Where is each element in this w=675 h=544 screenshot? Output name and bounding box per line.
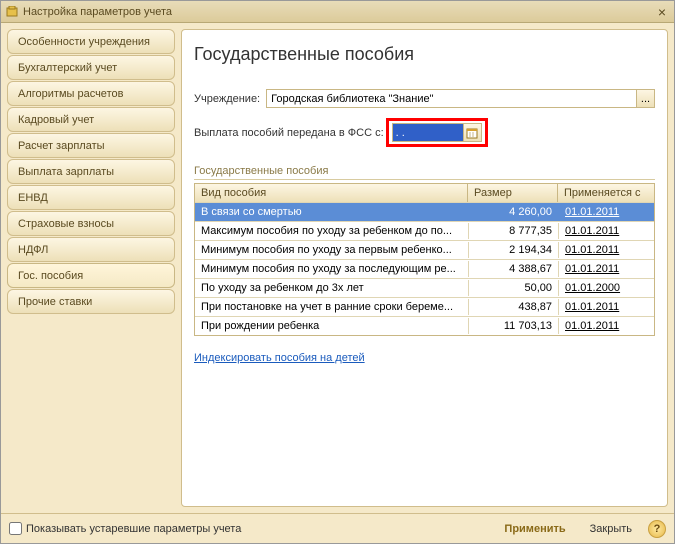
cell-benefit-name: По уходу за ребенком до 3х лет [195, 280, 468, 296]
table-header: Вид пособия Размер Применяется с [195, 184, 654, 202]
table-row[interactable]: Минимум пособия по уходу за первым ребен… [195, 240, 654, 259]
date-link[interactable]: 01.01.2011 [565, 263, 619, 275]
calendar-button[interactable] [464, 123, 482, 142]
table-row[interactable]: Минимум пособия по уходу за последующим … [195, 259, 654, 278]
institution-select-button[interactable]: ... [637, 89, 655, 108]
titlebar: Настройка параметров учета × [1, 1, 674, 23]
institution-label: Учреждение: [194, 93, 260, 105]
cell-date: 01.01.2011 [558, 318, 654, 334]
cell-amount: 438,87 [468, 299, 558, 315]
cell-benefit-name: В связи со смертью [195, 204, 468, 220]
footer: Показывать устаревшие параметры учета Пр… [1, 513, 674, 543]
close-icon[interactable]: × [654, 4, 670, 20]
cell-amount: 50,00 [468, 280, 558, 296]
table-section-title: Государственные пособия [194, 165, 655, 180]
close-button[interactable]: Закрыть [580, 519, 642, 539]
cell-amount: 4 388,67 [468, 261, 558, 277]
fss-date-highlight: . . [386, 118, 488, 147]
table-row[interactable]: При постановке на учет в ранние сроки бе… [195, 297, 654, 316]
sidebar: Особенности учреждения Бухгалтерский уче… [7, 29, 175, 507]
col-header-amount[interactable]: Размер [468, 184, 558, 202]
col-header-date[interactable]: Применяется с [558, 184, 654, 202]
table-row[interactable]: При рождении ребенка11 703,13 01.01.2011 [195, 316, 654, 335]
benefits-table: Вид пособия Размер Применяется с В связи… [194, 183, 655, 336]
cell-benefit-name: Максимум пособия по уходу за ребенком до… [195, 223, 468, 239]
date-link[interactable]: 01.01.2011 [565, 225, 619, 237]
cell-amount: 11 703,13 [468, 318, 558, 334]
date-link[interactable]: 01.01.2011 [565, 320, 619, 332]
tab-accounting[interactable]: Бухгалтерский учет [7, 55, 175, 80]
cell-amount: 2 194,34 [468, 242, 558, 258]
help-button[interactable]: ? [648, 520, 666, 538]
cell-benefit-name: Минимум пособия по уходу за первым ребен… [195, 242, 468, 258]
body: Особенности учреждения Бухгалтерский уче… [1, 23, 674, 513]
fss-date-row: Выплата пособий передана в ФСС с: . . [194, 118, 655, 147]
cell-date: 01.01.2011 [558, 242, 654, 258]
tab-personnel[interactable]: Кадровый учет [7, 107, 175, 132]
fss-date-field[interactable]: . . [392, 123, 464, 142]
settings-window: Настройка параметров учета × Особенности… [0, 0, 675, 544]
index-link-row: Индексировать пособия на детей [194, 352, 655, 364]
calendar-icon [466, 127, 478, 139]
cell-date: 01.01.2011 [558, 261, 654, 277]
cell-amount: 8 777,35 [468, 223, 558, 239]
table-row[interactable]: По уходу за ребенком до 3х лет50,00 01.01… [195, 278, 654, 297]
index-benefits-link[interactable]: Индексировать пособия на детей [194, 352, 365, 364]
page-title: Государственные пособия [194, 44, 655, 65]
show-obsolete-checkbox[interactable]: Показывать устаревшие параметры учета [9, 522, 241, 535]
tab-envd[interactable]: ЕНВД [7, 185, 175, 210]
show-obsolete-checkbox-input[interactable] [9, 522, 22, 535]
tab-institution-features[interactable]: Особенности учреждения [7, 29, 175, 54]
cell-date: 01.01.2011 [558, 204, 654, 220]
apply-button[interactable]: Применить [494, 519, 575, 539]
cell-benefit-name: Минимум пособия по уходу за последующим … [195, 261, 468, 277]
table-row[interactable]: В связи со смертью4 260,00 01.01.2011 [195, 202, 654, 221]
tab-calc-algorithms[interactable]: Алгоритмы расчетов [7, 81, 175, 106]
date-link[interactable]: 01.01.2011 [565, 206, 619, 218]
institution-row: Учреждение: Городская библиотека "Знание… [194, 89, 655, 108]
date-link[interactable]: 01.01.2011 [565, 301, 619, 313]
content-panel: Государственные пособия Учреждение: Горо… [181, 29, 668, 507]
tab-salary-calc[interactable]: Расчет зарплаты [7, 133, 175, 158]
date-link[interactable]: 01.01.2000 [565, 282, 620, 294]
tab-other-rates[interactable]: Прочие ставки [7, 289, 175, 314]
institution-field[interactable]: Городская библиотека "Знание" [266, 89, 637, 108]
cell-date: 01.01.2011 [558, 299, 654, 315]
tab-salary-payment[interactable]: Выплата зарплаты [7, 159, 175, 184]
date-link[interactable]: 01.01.2011 [565, 244, 619, 256]
cell-date: 01.01.2011 [558, 223, 654, 239]
fss-date-label: Выплата пособий передана в ФСС с: [194, 127, 384, 139]
table-body: В связи со смертью4 260,00 01.01.2011 Макс… [195, 202, 654, 335]
table-row[interactable]: Максимум пособия по уходу за ребенком до… [195, 221, 654, 240]
tab-gov-benefits[interactable]: Гос. пособия [7, 263, 175, 288]
window-title: Настройка параметров учета [23, 6, 654, 18]
tab-insurance[interactable]: Страховые взносы [7, 211, 175, 236]
cell-benefit-name: При постановке на учет в ранние сроки бе… [195, 299, 468, 315]
cell-benefit-name: При рождении ребенка [195, 318, 468, 334]
col-header-type[interactable]: Вид пособия [195, 184, 468, 202]
cell-amount: 4 260,00 [468, 204, 558, 220]
tab-ndfl[interactable]: НДФЛ [7, 237, 175, 262]
app-icon [5, 5, 19, 19]
cell-date: 01.01.2000 [558, 280, 654, 296]
